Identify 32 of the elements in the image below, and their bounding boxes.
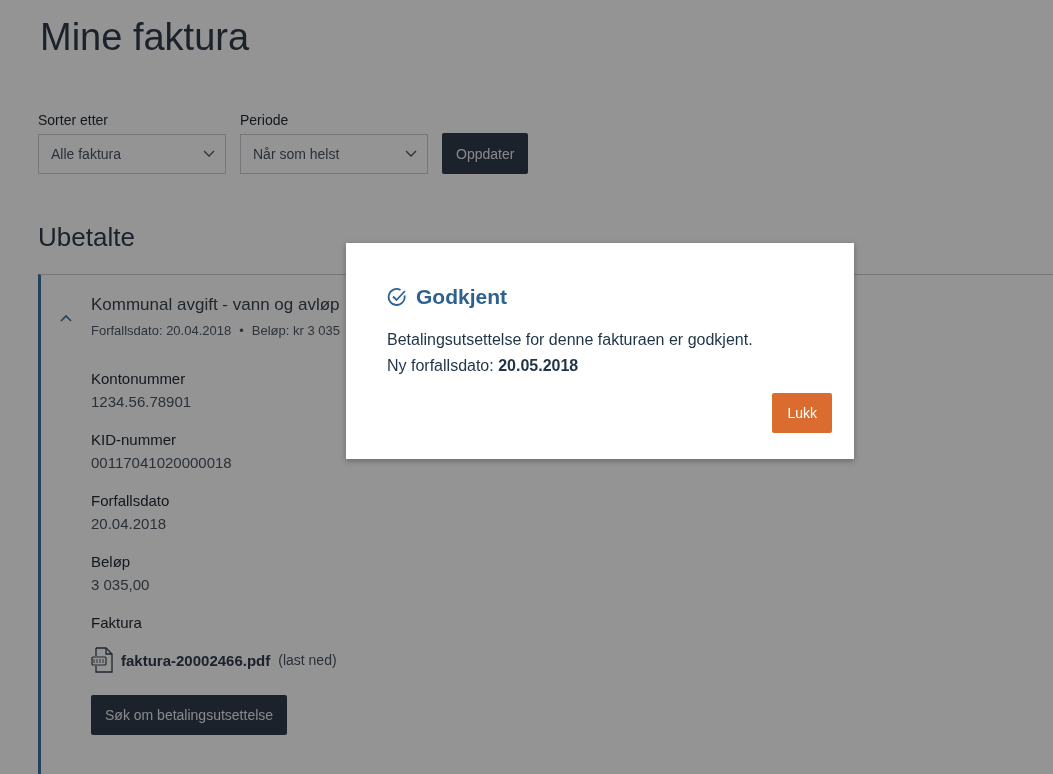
download-link[interactable]: (last ned) [278, 652, 337, 668]
close-button[interactable]: Lukk [772, 393, 832, 433]
field-value: 00117041020000018 [91, 454, 233, 471]
field-label: Forfallsdato [91, 492, 171, 509]
invoice-title[interactable]: Kommunal avgift - vann og avløp [91, 295, 340, 315]
dialog-message: Betalingsutsettelse for denne fakturaen er godkjent. [387, 330, 754, 350]
dialog-title: Godkjent [416, 285, 507, 309]
field-label: KID-nummer [91, 431, 177, 448]
field-label: Beløp [91, 553, 132, 570]
dropdown[interactable]: Når som helst [240, 134, 428, 174]
file-name-link[interactable]: faktura-20002466.pdf [121, 651, 271, 669]
field-value: 1234.56.78901 [91, 393, 193, 410]
new-due-date: Ny forfallsdato: 20.05.2018 [387, 356, 580, 376]
separator-dot: • [239, 323, 244, 338]
field-value: 20.04.2018 [91, 515, 168, 532]
field-label: Faktura [91, 614, 143, 631]
chevron-up-icon[interactable] [60, 314, 72, 322]
field-label: Kontonummer [91, 370, 187, 387]
apply-deferral-button[interactable]: Søk om betalingsutsettelse [91, 695, 288, 735]
chevron-down-icon [203, 150, 215, 158]
due-date-summary: Forfallsdato: 20.04.2018 [91, 323, 232, 338]
dropdown[interactable]: Alle faktura [38, 134, 226, 174]
chevron-down-icon [405, 150, 417, 158]
page-title: Mine faktura [40, 15, 251, 60]
filter-label: Periode [240, 112, 290, 128]
pdf-file-icon [91, 647, 113, 673]
check-circle-icon [387, 287, 407, 307]
update-button[interactable]: Oppdater [442, 133, 529, 174]
section-title: Ubetalte [38, 222, 136, 252]
amount-summary: Beløp: kr 3 035 [251, 323, 340, 338]
field-value: 3 035,00 [91, 576, 151, 593]
filter-label: Sorter etter [38, 112, 110, 128]
